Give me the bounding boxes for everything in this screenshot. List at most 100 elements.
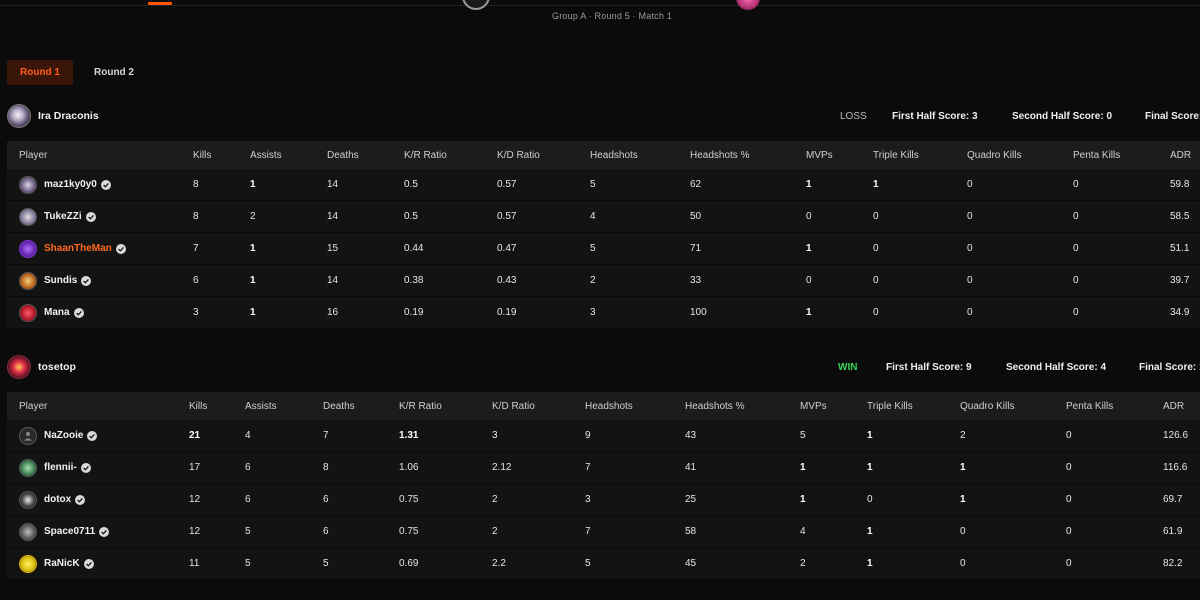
table-row: RaNicK 11 5 5 0.69 2.2 5 45 2 1 0 0 82.2 xyxy=(7,548,1200,580)
quadro-kills: 0 xyxy=(960,526,966,537)
player-name[interactable]: dotox xyxy=(44,494,71,505)
second-half-score: Second Half Score: 4 xyxy=(1006,361,1107,373)
deaths: 14 xyxy=(327,179,339,190)
player-name[interactable]: maz1ky0y0 xyxy=(44,179,97,190)
player-name[interactable]: TukeZZi xyxy=(44,211,82,222)
headshots-pct: 50 xyxy=(690,211,702,222)
headshots: 4 xyxy=(590,211,596,222)
player-cell[interactable]: NaZooie xyxy=(19,420,98,451)
headshots: 3 xyxy=(590,307,596,318)
mvps: 1 xyxy=(800,462,806,473)
kr-ratio: 0.38 xyxy=(404,275,424,286)
assists: 6 xyxy=(245,494,251,505)
mvps: 5 xyxy=(800,430,806,441)
col-kd-ratio: K/D Ratio xyxy=(497,149,540,161)
kd-ratio: 0.43 xyxy=(497,275,517,286)
adr: 69.7 xyxy=(1163,494,1183,505)
final-score: Final Score: 3 xyxy=(1145,110,1200,122)
kills: 21 xyxy=(189,430,201,441)
adr: 59.8 xyxy=(1170,179,1190,190)
mvps: 0 xyxy=(806,275,812,286)
verified-check-icon xyxy=(75,494,86,505)
player-cell[interactable]: Space0711 xyxy=(19,516,110,547)
kr-ratio: 1.31 xyxy=(399,430,419,441)
headshots: 9 xyxy=(585,430,591,441)
team-header-ira-draconis: Ira Draconis LOSS First Half Score: 3 Se… xyxy=(7,103,1200,129)
triple-kills: 1 xyxy=(867,430,873,441)
col-kr-ratio: K/R Ratio xyxy=(399,400,442,412)
player-cell[interactable]: maz1ky0y0 xyxy=(19,169,111,200)
table-row: Space0711 12 5 6 0.75 2 7 58 4 1 0 0 61.… xyxy=(7,516,1200,548)
player-cell[interactable]: RaNicK xyxy=(19,548,94,579)
player-cell[interactable]: flennii- xyxy=(19,452,91,483)
col-penta-kills: Penta Kills xyxy=(1066,400,1114,412)
verified-check-icon xyxy=(83,558,94,569)
kr-ratio: 0.75 xyxy=(399,494,419,505)
triple-kills: 1 xyxy=(867,558,873,569)
player-cell[interactable]: dotox xyxy=(19,484,86,515)
headshots: 5 xyxy=(585,558,591,569)
assists: 1 xyxy=(250,275,256,286)
player-name[interactable]: NaZooie xyxy=(44,430,83,441)
scoreboard-table-tosetop: Player Kills Assists Deaths K/R Ratio K/… xyxy=(7,392,1200,580)
headshots-pct: 43 xyxy=(685,430,697,441)
player-cell[interactable]: TukeZZi xyxy=(19,201,96,232)
penta-kills: 0 xyxy=(1066,526,1072,537)
kills: 8 xyxy=(193,211,199,222)
avatar xyxy=(19,271,37,290)
quadro-kills: 1 xyxy=(960,462,966,473)
col-player: Player xyxy=(19,149,48,161)
kills: 17 xyxy=(189,462,201,473)
player-name[interactable]: RaNicK xyxy=(44,558,80,569)
player-name[interactable]: Sundis xyxy=(44,275,77,286)
kd-ratio: 0.47 xyxy=(497,243,517,254)
mvps: 2 xyxy=(800,558,806,569)
avatar xyxy=(19,239,37,258)
kills: 7 xyxy=(193,243,199,254)
col-kills: Kills xyxy=(193,149,212,161)
kr-ratio: 0.5 xyxy=(404,211,418,222)
kills: 12 xyxy=(189,494,201,505)
team-logo-ira-draconis-icon xyxy=(462,0,490,10)
team-result: WIN xyxy=(838,361,858,373)
player-name[interactable]: Space0711 xyxy=(44,526,95,537)
tab-round-2[interactable]: Round 2 xyxy=(81,60,147,85)
tab-round-1[interactable]: Round 1 xyxy=(7,60,73,85)
mvps: 1 xyxy=(806,243,812,254)
adr: 61.9 xyxy=(1163,526,1183,537)
match-subtitle: Group A · Round 5 · Match 1 xyxy=(552,11,672,21)
table-row: NaZooie 21 4 7 1.31 3 9 43 5 1 2 0 126.6 xyxy=(7,420,1200,452)
verified-check-icon xyxy=(80,462,91,473)
penta-kills: 0 xyxy=(1066,558,1072,569)
player-cell[interactable]: Sundis xyxy=(19,265,92,296)
table-row: maz1ky0y0 8 1 14 0.5 0.57 5 62 1 1 0 0 5… xyxy=(7,169,1200,201)
team-logo-icon xyxy=(7,355,31,379)
triple-kills: 0 xyxy=(873,275,879,286)
table-row: flennii- 17 6 8 1.06 2.12 7 41 1 1 1 0 1… xyxy=(7,452,1200,484)
player-cell[interactable]: Mana xyxy=(19,297,84,328)
mvps: 0 xyxy=(806,211,812,222)
quadro-kills: 0 xyxy=(967,307,973,318)
kd-ratio: 2.12 xyxy=(492,462,512,473)
adr: 82.2 xyxy=(1163,558,1183,569)
avatar xyxy=(19,554,37,573)
team-header-tosetop: tosetop WIN First Half Score: 9 Second H… xyxy=(7,354,1200,380)
headshots: 5 xyxy=(590,179,596,190)
player-cell[interactable]: ShaanTheMan xyxy=(19,233,126,264)
triple-kills: 0 xyxy=(873,307,879,318)
kills: 8 xyxy=(193,179,199,190)
adr: 126.6 xyxy=(1163,430,1189,441)
table-row: TukeZZi 8 2 14 0.5 0.57 4 50 0 0 0 0 58.… xyxy=(7,201,1200,233)
player-name[interactable]: flennii- xyxy=(44,462,77,473)
penta-kills: 0 xyxy=(1066,430,1072,441)
headshots: 2 xyxy=(590,275,596,286)
mvps: 1 xyxy=(806,179,812,190)
penta-kills: 0 xyxy=(1073,307,1079,318)
headshots-pct: 58 xyxy=(685,526,697,537)
headshots-pct: 41 xyxy=(685,462,697,473)
mvps: 4 xyxy=(800,526,806,537)
player-name[interactable]: ShaanTheMan xyxy=(44,243,112,254)
kills: 3 xyxy=(193,307,199,318)
headshots-pct: 25 xyxy=(685,494,697,505)
player-name[interactable]: Mana xyxy=(44,307,70,318)
